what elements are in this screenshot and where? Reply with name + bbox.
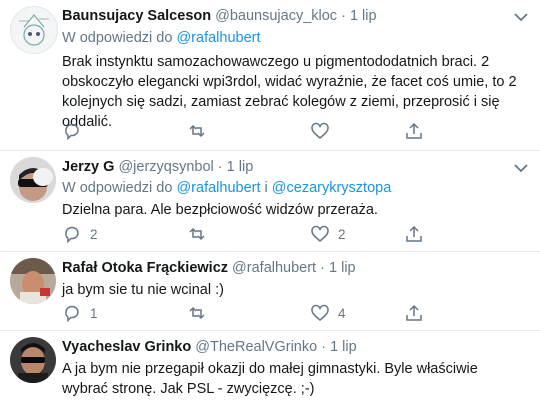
- share-button[interactable]: [404, 302, 424, 324]
- timestamp[interactable]: 1 lip: [330, 339, 357, 355]
- tweet-header: Rafał Otoka Frąckiewicz @rafalhubert · 1…: [62, 260, 356, 276]
- tweet-header: Jerzy G @jerzyqsynbol · 1 lip: [62, 159, 253, 175]
- like-button[interactable]: [310, 120, 338, 142]
- tweet-2[interactable]: Jerzy G @jerzyqsynbol · 1 lip W odpowied…: [0, 151, 540, 251]
- tweet-1[interactable]: Baunsujacy Salceson @baunsujacy_kloc · 1…: [0, 0, 540, 150]
- reply-button[interactable]: [62, 120, 90, 142]
- handle[interactable]: @jerzyqsynbol: [118, 159, 213, 175]
- handle[interactable]: @baunsujacy_kloc: [215, 8, 337, 24]
- retweet-icon: [189, 124, 205, 138]
- reply-button[interactable]: 1: [62, 302, 98, 324]
- reply-count: 2: [90, 226, 98, 242]
- chevron-down-icon[interactable]: [512, 159, 530, 177]
- retweet-button[interactable]: [187, 302, 215, 324]
- retweet-icon: [189, 227, 205, 241]
- reply-button[interactable]: 2: [62, 223, 98, 245]
- chevron-down-icon[interactable]: [512, 8, 530, 26]
- reply-context: W odpowiedzi do @rafalhubert: [62, 30, 261, 46]
- handle[interactable]: @TheRealVGrinko: [195, 339, 317, 355]
- reply-count: 1: [90, 305, 98, 321]
- reply-join: i: [264, 180, 268, 196]
- tweet-header: Vyacheslav Grinko @TheRealVGrinko · 1 li…: [62, 339, 357, 355]
- heart-icon: [311, 304, 329, 321]
- tweet-3[interactable]: Rafał Otoka Frąckiewicz @rafalhubert · 1…: [0, 252, 540, 330]
- tweet-text: ja bym sie tu nie wcinal :): [62, 282, 224, 298]
- avatar-sketch-icon: [19, 14, 49, 46]
- retweet-button[interactable]: [187, 120, 215, 142]
- avatar-photo-icon: [10, 258, 56, 304]
- reply-icon: [65, 123, 79, 141]
- dot-separator: ·: [217, 159, 223, 175]
- reply-context: W odpowiedzi do @rafalhubert i @cezaryk­…: [62, 180, 391, 196]
- heart-icon: [311, 225, 329, 242]
- reply-mention-2[interactable]: @cezaryk­rysztopa: [272, 180, 391, 196]
- reply-prefix: W odpowiedzi do: [62, 180, 173, 196]
- share-icon: [406, 122, 422, 139]
- avatar-photo-icon: [10, 337, 56, 383]
- reply-icon: [65, 305, 79, 323]
- avatar[interactable]: [10, 157, 56, 203]
- heart-icon: [311, 122, 329, 139]
- tweet-text: A ja bym nie przegapił okazji do małej g…: [62, 361, 478, 397]
- share-button[interactable]: [404, 223, 424, 245]
- action-bar: [52, 120, 492, 142]
- display-name[interactable]: Jerzy G: [62, 159, 114, 175]
- dot-separator: ·: [341, 8, 346, 24]
- action-bar: 2 2: [52, 223, 492, 245]
- like-button[interactable]: 2: [310, 223, 346, 245]
- dot-separator: ·: [320, 260, 325, 276]
- timestamp[interactable]: 1 lip: [227, 159, 254, 175]
- timestamp[interactable]: 1 lip: [350, 8, 377, 24]
- avatar-photo-icon: [10, 157, 56, 203]
- display-name[interactable]: Baunsujacy Salceson: [62, 8, 211, 24]
- tweet-header: Baunsujacy Salceson @baunsujacy_kloc · 1…: [62, 8, 377, 24]
- handle[interactable]: @rafalhubert: [232, 260, 316, 276]
- avatar[interactable]: [10, 337, 56, 383]
- tweet-4[interactable]: Vyacheslav Grinko @TheRealVGrinko · 1 li…: [0, 331, 540, 406]
- share-icon: [406, 304, 422, 321]
- reply-mention[interactable]: @rafalhubert: [176, 30, 260, 46]
- share-icon: [406, 225, 422, 242]
- action-bar: 1 4: [52, 302, 492, 324]
- dot-separator: ·: [321, 339, 327, 355]
- avatar[interactable]: [10, 258, 56, 304]
- display-name[interactable]: Vyacheslav Grinko: [62, 339, 191, 355]
- like-count: 4: [338, 305, 346, 321]
- like-count: 2: [338, 226, 346, 242]
- timestamp[interactable]: 1 lip: [329, 260, 356, 276]
- retweet-icon: [189, 306, 205, 320]
- share-button[interactable]: [404, 120, 424, 142]
- tweet-text: Dzielna para. Ale bezpłciowość widzów pr…: [62, 202, 378, 218]
- display-name[interactable]: Rafał Otoka Frąckiewicz: [62, 260, 228, 276]
- reply-mention[interactable]: @rafalhubert: [176, 180, 260, 196]
- reply-icon: [65, 226, 79, 244]
- reply-prefix: W odpowiedzi do: [62, 30, 173, 46]
- retweet-button[interactable]: [187, 223, 215, 245]
- avatar[interactable]: [10, 6, 58, 54]
- like-button[interactable]: 4: [310, 302, 346, 324]
